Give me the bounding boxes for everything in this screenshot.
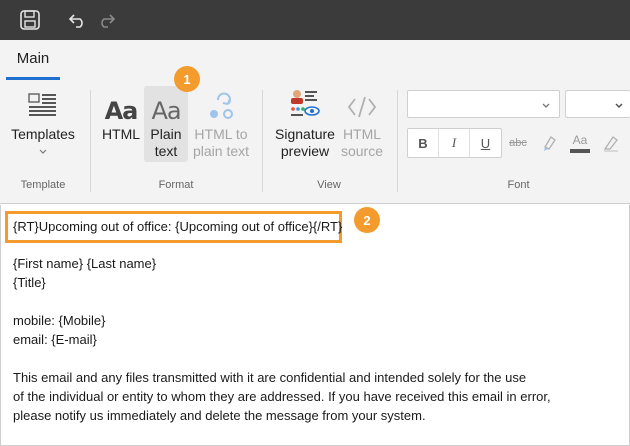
html-to-plain-label-line1: HTML to xyxy=(194,126,248,142)
font-group-label: Font xyxy=(507,179,530,191)
code-brackets-icon xyxy=(338,88,386,120)
chevron-down-icon xyxy=(10,143,76,154)
save-icon[interactable] xyxy=(16,6,44,34)
signature-preview-icon xyxy=(272,88,338,120)
editor-line: {Title} xyxy=(13,275,46,290)
ribbon-tab-strip: Main xyxy=(0,40,630,80)
underline-button[interactable]: U xyxy=(470,129,501,157)
html-format-button[interactable]: Aa HTML xyxy=(98,88,144,143)
font-color-button[interactable]: Aa xyxy=(567,128,593,158)
plain-text-label-line2: text xyxy=(154,143,178,159)
ribbon: Templates Template Aa HTML Aa Plain text… xyxy=(0,80,630,204)
plain-text-aa-icon: Aa xyxy=(151,97,181,125)
font-color-bar xyxy=(570,149,590,153)
html-to-plain-icon xyxy=(190,88,252,120)
templates-button-label: Templates xyxy=(11,126,75,142)
editor-line: email: {E-mail} xyxy=(13,332,97,347)
html-to-plain-text-button[interactable]: HTML to plain text xyxy=(190,88,252,160)
tab-main[interactable]: Main xyxy=(6,40,60,80)
signature-editor[interactable]: {RT}Upcoming out of office: {Upcoming ou… xyxy=(0,205,630,446)
font-family-select[interactable] xyxy=(407,90,560,118)
ribbon-separator xyxy=(397,90,398,192)
text-style-group: B I U xyxy=(407,128,502,158)
highlight-icon[interactable] xyxy=(537,128,563,158)
font-size-select[interactable] xyxy=(565,90,630,118)
ribbon-separator xyxy=(90,90,91,192)
html-source-label-line1: HTML xyxy=(342,126,382,142)
redo-icon[interactable] xyxy=(94,6,118,34)
html-to-plain-label-line2: plain text xyxy=(192,143,250,159)
callout-badge-2: 2 xyxy=(354,207,380,233)
html-format-label: HTML xyxy=(101,126,141,142)
editor-line: mobile: {Mobile} xyxy=(13,313,106,328)
undo-icon[interactable] xyxy=(66,6,90,34)
html-source-label-line2: source xyxy=(340,143,384,159)
plain-text-label-line1: Plain xyxy=(150,126,182,142)
editor-line: This email and any files transmitted wit… xyxy=(13,370,527,385)
html-aa-icon: Aa xyxy=(104,97,139,125)
signature-preview-label-line2: preview xyxy=(280,143,330,159)
ribbon-separator xyxy=(262,90,263,192)
clear-formatting-icon[interactable] xyxy=(598,128,624,158)
bold-button[interactable]: B xyxy=(408,129,439,157)
tab-main-label: Main xyxy=(16,50,50,67)
format-group-label: Format xyxy=(158,179,194,191)
chevron-down-icon xyxy=(541,98,551,116)
html-source-button[interactable]: HTML source xyxy=(338,88,386,160)
editor-line: of the individual or entity to whom they… xyxy=(13,389,551,404)
plain-text-format-button[interactable]: Aa Plain text xyxy=(144,88,188,160)
chevron-down-icon xyxy=(614,98,624,116)
signature-preview-label-line1: Signature xyxy=(275,126,335,142)
signature-preview-button[interactable]: Signature preview xyxy=(272,88,338,160)
template-group-label: Template xyxy=(20,179,66,191)
editor-line: {First name} {Last name} xyxy=(13,256,157,271)
strikethrough-button[interactable]: abc xyxy=(505,128,531,158)
templates-icon xyxy=(10,88,76,122)
title-bar xyxy=(0,0,630,40)
editor-line: please notify us immediately and delete … xyxy=(13,408,426,423)
callout-badge-1: 1 xyxy=(174,66,200,92)
view-group-label: View xyxy=(317,179,341,191)
editor-line: {RT}Upcoming out of office: {Upcoming ou… xyxy=(13,219,343,234)
font-color-glyph: Aa xyxy=(572,133,588,147)
templates-button[interactable]: Templates xyxy=(10,88,76,154)
italic-button[interactable]: I xyxy=(439,129,470,157)
